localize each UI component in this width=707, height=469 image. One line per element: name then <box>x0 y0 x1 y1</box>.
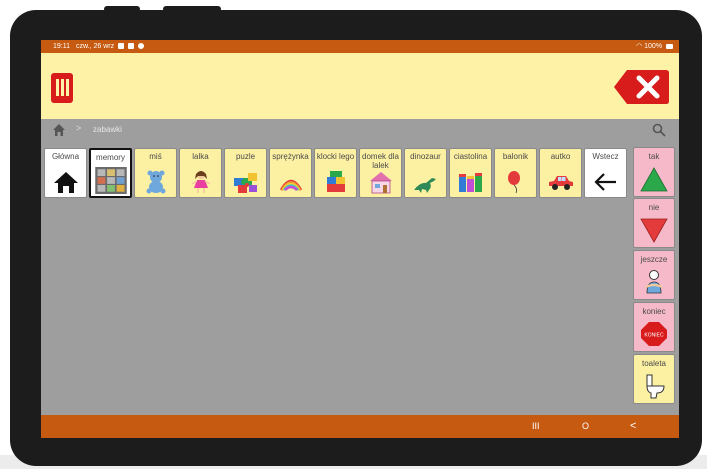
settings-notification-icon <box>137 43 144 49</box>
lego-bricks-icon <box>326 171 345 192</box>
tile-label: ciastolina <box>453 152 488 161</box>
gallery-notification-icon <box>118 43 125 49</box>
green-triangle-icon <box>640 167 668 192</box>
tile-ciastolina[interactable]: ciastolina <box>449 148 492 198</box>
tile-label: balonik <box>502 152 529 161</box>
wifi-icon: ◠ <box>636 43 643 50</box>
red-triangle-icon <box>640 218 668 243</box>
side-tile-label: koniec <box>642 307 666 316</box>
status-bar: 19:11 czw., 26 wrz ◠ 100% <box>41 40 679 53</box>
home-icon[interactable] <box>52 123 66 137</box>
battery-icon <box>666 44 673 49</box>
breadcrumb-separator: > <box>76 123 82 133</box>
toilet-icon <box>646 374 665 399</box>
tile-label: domek dla lalek <box>362 152 399 170</box>
side-tile-label: nie <box>648 203 660 212</box>
doll-icon <box>191 171 210 193</box>
side-tile-toaleta[interactable]: toaleta <box>633 354 675 404</box>
tile-label: lalka <box>192 152 209 161</box>
toolbar <box>41 53 679 119</box>
stop-sign-text: KONIEC <box>644 333 664 339</box>
battery-level: 100% <box>644 43 663 50</box>
home-icon <box>53 172 78 193</box>
side-tile-tak[interactable]: tak <box>633 147 675 197</box>
slinky-icon <box>279 179 302 191</box>
tile-label: sprężynka <box>272 152 309 161</box>
dollhouse-icon <box>369 172 392 194</box>
breadcrumb: > zabawki <box>41 119 679 141</box>
tile-label: autko <box>550 152 571 161</box>
status-date: czw., 26 wrz <box>75 43 115 50</box>
recents-button[interactable]: III <box>532 419 540 433</box>
tile-label: dinozaur <box>410 152 441 161</box>
tile-sprezynka[interactable]: sprężynka <box>269 148 312 198</box>
side-tile-jeszcze[interactable]: jeszcze <box>633 250 675 300</box>
close-icon[interactable] <box>613 68 670 106</box>
play-dough-icon <box>458 173 482 192</box>
tile-glowna[interactable]: Główna <box>44 148 87 198</box>
tile-wstecz[interactable]: Wstecz <box>584 148 627 198</box>
tile-balonik[interactable]: balonik <box>494 148 537 198</box>
tile-label: puzle <box>235 152 256 161</box>
side-tile-label: jeszcze <box>640 255 668 264</box>
tile-dinozaur[interactable]: dinozaur <box>404 148 447 198</box>
side-tile-koniec[interactable]: koniec KONIEC <box>633 302 675 352</box>
tile-klocki-lego[interactable]: klocki lego <box>314 148 357 198</box>
app-logo-icon[interactable] <box>51 73 73 103</box>
message-notification-icon <box>127 43 134 49</box>
tile-label: klocki lego <box>316 152 355 161</box>
status-time: 19:11 <box>53 43 70 50</box>
teddy-bear-icon <box>146 170 165 194</box>
side-tile-label: tak <box>648 152 660 161</box>
stop-sign-icon: KONIEC <box>641 322 667 346</box>
breadcrumb-current[interactable]: zabawki <box>93 125 122 134</box>
tile-mis[interactable]: miś <box>134 148 177 198</box>
toy-car-icon <box>548 176 573 190</box>
side-tile-nie[interactable]: nie <box>633 198 675 248</box>
home-button[interactable]: O <box>582 419 589 433</box>
system-nav-bar: III O < <box>41 415 679 438</box>
tile-lalka[interactable]: lalka <box>179 148 222 198</box>
puzzle-icon <box>233 173 257 193</box>
search-icon[interactable] <box>652 123 666 137</box>
tile-puzle[interactable]: puzle <box>224 148 267 198</box>
dinosaur-icon <box>413 178 436 193</box>
balloon-icon <box>507 171 520 194</box>
side-tile-label: toaleta <box>641 359 667 368</box>
back-arrow-icon <box>593 173 616 191</box>
tile-autko[interactable]: autko <box>539 148 582 198</box>
tile-label: Główna <box>51 152 80 161</box>
tile-label: miś <box>149 152 162 161</box>
memory-game-icon <box>94 167 127 194</box>
back-button[interactable]: < <box>630 419 636 433</box>
tile-memory[interactable]: memory <box>89 148 132 198</box>
tile-label: Wstecz <box>592 152 619 161</box>
app-screen: 19:11 czw., 26 wrz ◠ 100% > zabawki Głów… <box>41 40 679 438</box>
more-gesture-icon <box>645 270 663 294</box>
tile-domek-dla-lalek[interactable]: domek dla lalek <box>359 148 402 198</box>
